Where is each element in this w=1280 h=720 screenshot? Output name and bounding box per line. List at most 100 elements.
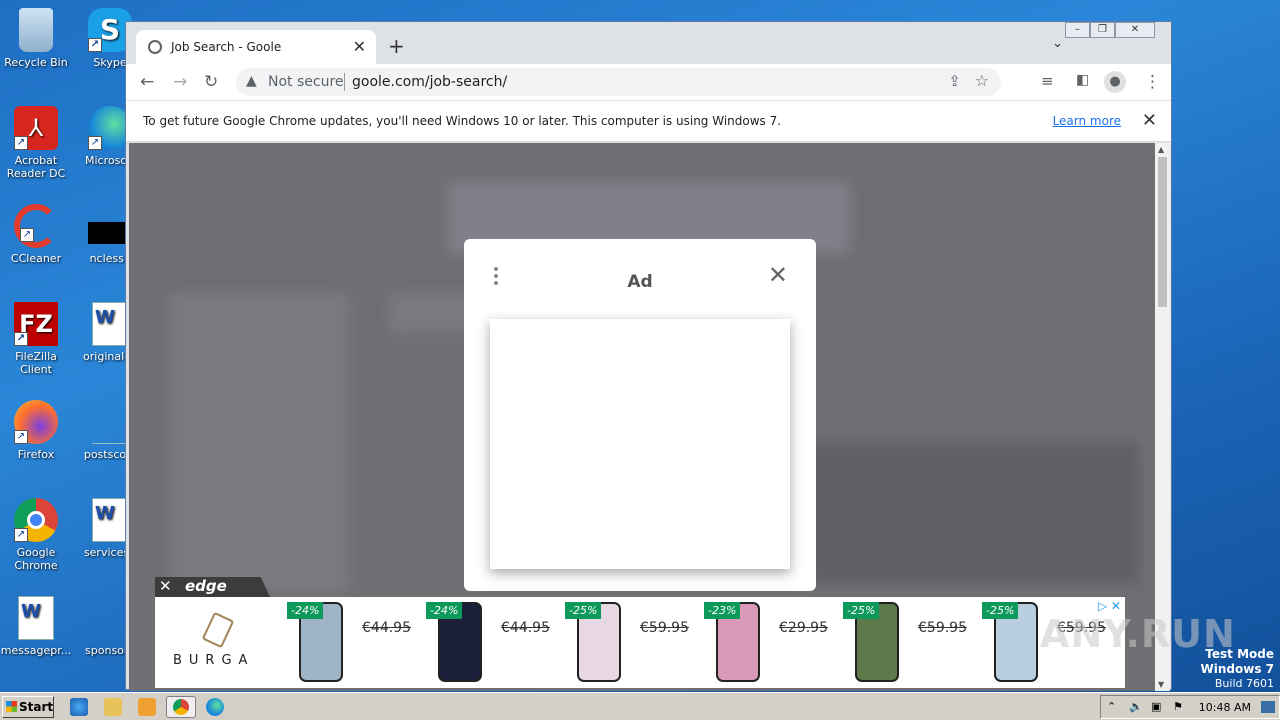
infobar-message: To get future Google Chrome updates, you… — [143, 114, 782, 128]
chrome-icon: ↗ — [14, 498, 58, 542]
close-window-button[interactable]: ✕ — [1115, 22, 1155, 38]
side-panel-icon[interactable]: ◧ — [1076, 72, 1089, 88]
update-infobar: To get future Google Chrome updates, you… — [126, 100, 1171, 142]
old-price: €44.95 — [362, 620, 411, 636]
old-price: €29.95 — [779, 620, 828, 636]
test-mode-line1: Test Mode — [1205, 647, 1274, 661]
discount-badge: -24% — [287, 602, 324, 619]
old-price: €59.95 — [640, 620, 689, 636]
flag-icon[interactable]: ⚑ — [1173, 700, 1183, 713]
profile-avatar-icon[interactable]: ● — [1104, 71, 1126, 93]
product-card[interactable]: -25% €59.95 — [565, 602, 704, 684]
toolbar: ← → ↻ ▲ Not secure goole.com/job-search/… — [126, 64, 1171, 100]
back-arrow-icon[interactable]: ← — [140, 72, 154, 92]
clock[interactable]: 10:48 AM — [1199, 701, 1251, 714]
page-scrollbar[interactable]: ▲ ▼ — [1155, 143, 1170, 691]
media-queue-icon[interactable]: ≡ — [1041, 72, 1054, 90]
media-player-icon[interactable] — [138, 698, 156, 716]
desktop-icon-filezilla[interactable]: FZ ↗ FileZilla Client — [0, 302, 74, 376]
reload-icon[interactable]: ↻ — [204, 72, 218, 92]
tab-search-chevron-icon[interactable]: ⌄ — [1052, 36, 1063, 51]
desktop-icon-google-chrome[interactable]: ↗ Google Chrome — [0, 498, 74, 572]
explorer-folder-icon[interactable] — [104, 698, 122, 716]
filezilla-icon: FZ ↗ — [14, 302, 58, 346]
kebab-menu-icon[interactable]: ⋮ — [1144, 72, 1161, 92]
system-tray: ⌃ 🔈 ▣ ⚑ 10:48 AM — [1100, 695, 1280, 719]
old-price: €44.95 — [501, 620, 550, 636]
blank-file-icon — [92, 596, 128, 640]
tray-expand-icon[interactable]: ⌃ — [1107, 700, 1116, 713]
burga-ad-banner[interactable]: BURGA -24% €44.95 -24% €44.95 -25% €59.95 -23%… — [155, 597, 1125, 688]
ad-frame[interactable] — [490, 319, 790, 569]
start-label: Start — [19, 700, 54, 714]
product-card[interactable]: -25% €59.95 — [843, 602, 982, 684]
discount-badge: -25% — [843, 602, 880, 619]
forward-arrow-icon[interactable]: → — [173, 72, 187, 92]
learn-more-link[interactable]: Learn more — [1053, 114, 1121, 128]
edge-icon[interactable] — [206, 698, 224, 716]
burga-logo[interactable]: BURGA — [155, 597, 280, 688]
test-mode-watermark: Test Mode Windows 7 Build 7601 — [1201, 647, 1274, 691]
desktop-icon-label: Acrobat Reader DC — [6, 154, 66, 180]
bookmark-star-icon[interactable]: ☆ — [975, 71, 989, 90]
url-text[interactable]: goole.com/job-search/ — [352, 74, 507, 90]
tab-close-icon[interactable]: ✕ — [353, 37, 366, 56]
burga-wordmark: BURGA — [173, 653, 255, 668]
chrome-taskbar-button[interactable] — [166, 696, 196, 718]
desktop-icon-label: Skype — [93, 56, 127, 69]
infobar-close-icon[interactable]: ✕ — [1142, 110, 1157, 131]
tab-strip: Job Search - Goole ✕ + ⌄ – ❐ ✕ — [126, 22, 1171, 64]
recycle-bin-icon — [19, 8, 53, 52]
warning-icon[interactable]: ▲ — [246, 73, 257, 89]
blank-file-icon — [92, 400, 128, 444]
globe-icon — [148, 40, 162, 54]
omnibox-divider — [344, 73, 345, 91]
tab-job-search[interactable]: Job Search - Goole ✕ — [136, 30, 376, 64]
scroll-up-icon[interactable]: ▲ — [1158, 145, 1164, 154]
blurred-sidebar — [169, 293, 349, 593]
product-card[interactable]: -24% €44.95 — [426, 602, 565, 684]
discount-badge: -25% — [982, 602, 1019, 619]
desktop-icon-label: FileZilla Client — [15, 350, 57, 376]
share-icon[interactable]: ⇪ — [948, 72, 961, 90]
desktop-icon-ccleaner[interactable]: ↗ CCleaner — [0, 204, 74, 265]
ad-modal-title: Ad — [627, 272, 653, 292]
security-status[interactable]: Not secure — [268, 74, 344, 90]
restore-button[interactable]: ❐ — [1090, 22, 1115, 38]
desktop-icon-label: CCleaner — [10, 252, 62, 265]
show-desktop-icon[interactable] — [1261, 701, 1275, 713]
ie-icon[interactable] — [70, 698, 88, 716]
product-card[interactable]: -24% €44.95 — [287, 602, 426, 684]
desktop-icon-acrobat[interactable]: ⅄ ↗ Acrobat Reader DC — [0, 106, 74, 180]
desktop-icon-label: Firefox — [17, 448, 55, 461]
firefox-icon: ↗ — [14, 400, 58, 444]
desktop-icon-recycle-bin[interactable]: Recycle Bin — [0, 8, 74, 69]
product-card[interactable]: -23% €29.95 — [704, 602, 843, 684]
chrome-icon — [173, 699, 189, 715]
edge-ad-close-icon[interactable]: ✕ — [159, 577, 172, 595]
word-document-icon: W — [92, 498, 128, 542]
desktop-icon-messagepr[interactable]: W messagepr... — [0, 596, 74, 657]
desktop-icon-label: Google Chrome — [14, 546, 58, 572]
omnibox[interactable]: ▲ Not secure goole.com/job-search/ ⇪ ☆ — [236, 68, 1001, 96]
word-document-icon: W — [92, 302, 128, 346]
tab-title: Job Search - Goole — [171, 40, 282, 54]
old-price: €59.95 — [918, 620, 967, 636]
adchoices-icon[interactable]: ▷ ✕ — [1098, 599, 1121, 613]
word-document-icon: W — [18, 596, 54, 640]
start-button[interactable]: Start — [2, 696, 54, 718]
ad-close-icon[interactable]: ✕ — [768, 263, 788, 287]
network-icon[interactable]: ▣ — [1151, 700, 1161, 713]
scroll-thumb[interactable] — [1158, 157, 1167, 307]
ad-modal: Ad ✕ — [464, 239, 816, 591]
volume-icon[interactable]: 🔈 — [1129, 700, 1143, 713]
minimize-button[interactable]: – — [1065, 22, 1090, 38]
scroll-down-icon[interactable]: ▼ — [1158, 680, 1164, 689]
burga-mark-icon — [201, 611, 235, 649]
windows-logo-icon — [6, 701, 17, 712]
desktop-icon-firefox[interactable]: ↗ Firefox — [0, 400, 74, 461]
acrobat-icon: ⅄ ↗ — [14, 106, 58, 150]
desktop-icon-label: messagepr... — [0, 644, 72, 657]
discount-badge: -25% — [565, 602, 602, 619]
new-tab-icon[interactable]: + — [388, 34, 405, 58]
